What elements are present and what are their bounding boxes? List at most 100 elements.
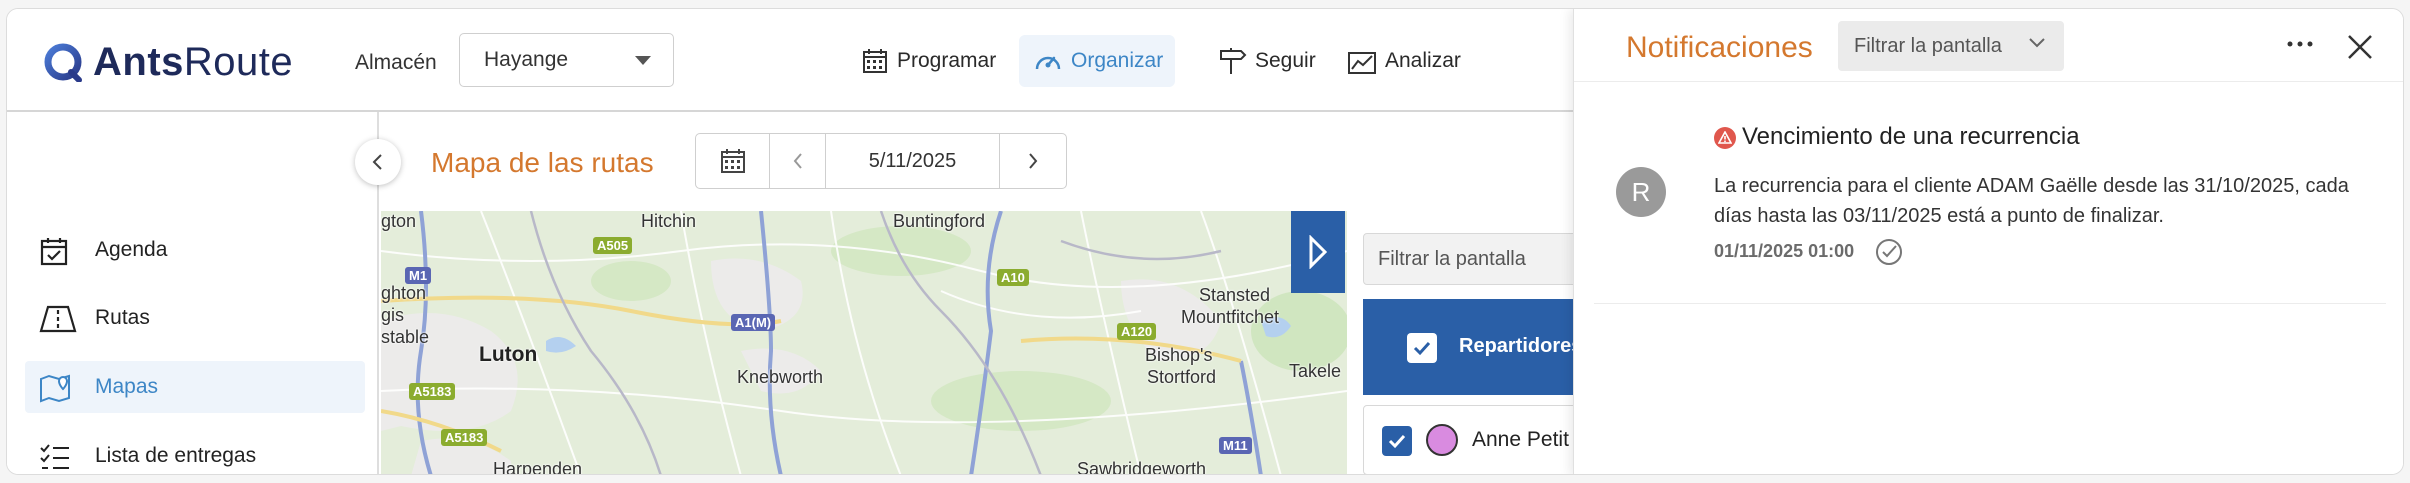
mark-read-button[interactable] (1874, 237, 1904, 267)
map-label: Hitchin (641, 211, 697, 231)
divider (1594, 303, 2386, 304)
notifications-title: Notificaciones (1626, 31, 1813, 64)
close-icon (2348, 35, 2372, 59)
sidebar-item-label: Lista de entregas (95, 444, 257, 467)
map-label: Buntingford (893, 211, 986, 231)
speedometer-icon (1035, 56, 1061, 70)
road-badge: M1 (405, 267, 432, 284)
map-label: Luton (479, 343, 538, 366)
filter-screen-select[interactable]: Filtrar la pantalla (1363, 233, 1593, 285)
driver-color-dot (1426, 424, 1458, 456)
map-label: Stansted (1199, 285, 1271, 305)
road-badge: A505 (593, 237, 633, 254)
nav-organizar[interactable]: Organizar (1019, 35, 1176, 87)
drivers-header: Repartidores (1363, 299, 1593, 395)
chevron-down-icon (2029, 38, 2045, 48)
road-badge: A10 (997, 269, 1029, 286)
brand-name: AntsRoute (93, 39, 294, 84)
sidebar: Agenda Rutas Mapas Lista de entregas (7, 112, 379, 474)
sidebar-item-label: Agenda (95, 238, 168, 261)
date-navigator: 5/11/2025 (695, 133, 1067, 189)
warehouse-select[interactable]: Hayange (459, 33, 674, 87)
signpost-icon (1220, 48, 1247, 74)
check-icon (1413, 341, 1431, 356)
brand-logo[interactable]: AntsRoute (43, 39, 293, 85)
more-options-button[interactable] (2280, 29, 2320, 59)
drivers-panel: Filtrar la pantalla Repartidores Anne Pe… (1363, 211, 1593, 474)
divider (1574, 81, 2403, 82)
road-badge: A1(M) (731, 314, 776, 331)
road-badge: A5183 (441, 429, 488, 446)
checklist-icon (40, 444, 69, 469)
logo-mark-icon (43, 42, 83, 83)
sidebar-item-agenda[interactable]: Agenda (25, 224, 365, 276)
sidebar-item-label: Rutas (95, 306, 150, 329)
warehouse-value: Hayange (484, 48, 569, 71)
calendar-check-icon (40, 238, 68, 266)
route-map[interactable]: gton ghton gis stable Luton Hitchin Kneb… (381, 211, 1347, 475)
ellipsis-icon (2287, 41, 2313, 47)
chart-icon (1348, 52, 1376, 74)
toggle-panel-button[interactable] (1291, 211, 1345, 293)
filter-label: Filtrar la pantalla (1378, 247, 1526, 270)
map-label: gton (381, 211, 417, 231)
page-title: Mapa de las rutas (431, 147, 654, 178)
road-badge: A120 (1117, 323, 1157, 340)
map-label: ghton (381, 283, 427, 303)
map-label: Mountfitchet (1181, 307, 1280, 327)
nav-analizar[interactable]: Analizar (1333, 35, 1473, 87)
warehouse-label: Almacén (355, 51, 437, 74)
drivers-label: Repartidores (1459, 335, 1583, 357)
nav-programar[interactable]: Programar (847, 35, 1008, 87)
date-value[interactable]: 5/11/2025 (826, 134, 1000, 188)
road-badge: A5183 (409, 383, 456, 400)
map-label: Sawbridgeworth (1077, 459, 1207, 475)
chevron-left-icon (793, 153, 802, 169)
chevron-right-icon (1029, 153, 1038, 169)
map-label: stable (381, 327, 430, 347)
nav-programar-label: Programar (897, 49, 997, 72)
notifications-filter-select[interactable]: Filtrar la pantalla (1838, 21, 2064, 71)
map-label: Knebworth (737, 367, 824, 387)
notification-body: La recurrencia para el cliente ADAM Gaël… (1714, 175, 2349, 227)
select-all-checkbox[interactable] (1407, 333, 1437, 363)
collapse-sidebar-button[interactable] (355, 139, 401, 185)
check-icon (1388, 434, 1406, 449)
next-day-button[interactable] (1000, 134, 1066, 188)
map-label: Harpenden (493, 459, 583, 475)
driver-checkbox[interactable] (1382, 426, 1412, 456)
avatar: R (1616, 167, 1666, 217)
play-right-icon (1309, 235, 1328, 269)
nav-seguir[interactable]: Seguir (1203, 35, 1328, 87)
previous-day-button[interactable] (770, 134, 826, 188)
sidebar-item-lista-entregas[interactable]: Lista de entregas (25, 430, 365, 474)
sidebar-item-rutas[interactable]: Rutas (25, 292, 365, 344)
check-circle-icon (1876, 239, 1902, 265)
calendar-button[interactable] (696, 134, 770, 188)
map-pin-icon (40, 374, 70, 403)
top-bar: AntsRoute Almacén Hayange Programar Orga… (7, 9, 1573, 112)
sidebar-item-label: Mapas (95, 375, 159, 398)
nav-analizar-label: Analizar (1385, 49, 1461, 72)
notification-item[interactable]: R Vencimiento de una recurrencia La recu… (1574, 99, 2403, 304)
warning-icon (1714, 127, 1736, 149)
map-label: gis (381, 305, 405, 325)
map-label: Takele (1289, 361, 1342, 381)
road-badge: M11 (1219, 437, 1252, 454)
notifications-panel: Notificaciones Filtrar la pantalla R Ven… (1573, 9, 2403, 474)
map-label: Bishop's (1145, 345, 1213, 365)
nav-seguir-label: Seguir (1255, 49, 1316, 72)
driver-name: Anne Petit (1472, 428, 1569, 451)
notification-time: 01/11/2025 01:00 (1714, 241, 1855, 261)
filter-label: Filtrar la pantalla (1854, 34, 2002, 57)
caret-down-icon (635, 56, 651, 65)
nav-organizar-label: Organizar (1071, 49, 1164, 72)
notification-title: Vencimiento de una recurrencia (1742, 123, 2080, 150)
chevron-left-icon (372, 154, 382, 170)
close-button[interactable] (2342, 29, 2378, 65)
driver-row[interactable]: Anne Petit (1363, 405, 1593, 474)
map-label: Stortford (1147, 367, 1217, 387)
route-board-icon (39, 305, 77, 333)
calendar-icon (720, 149, 745, 173)
sidebar-item-mapas[interactable]: Mapas (25, 361, 365, 413)
